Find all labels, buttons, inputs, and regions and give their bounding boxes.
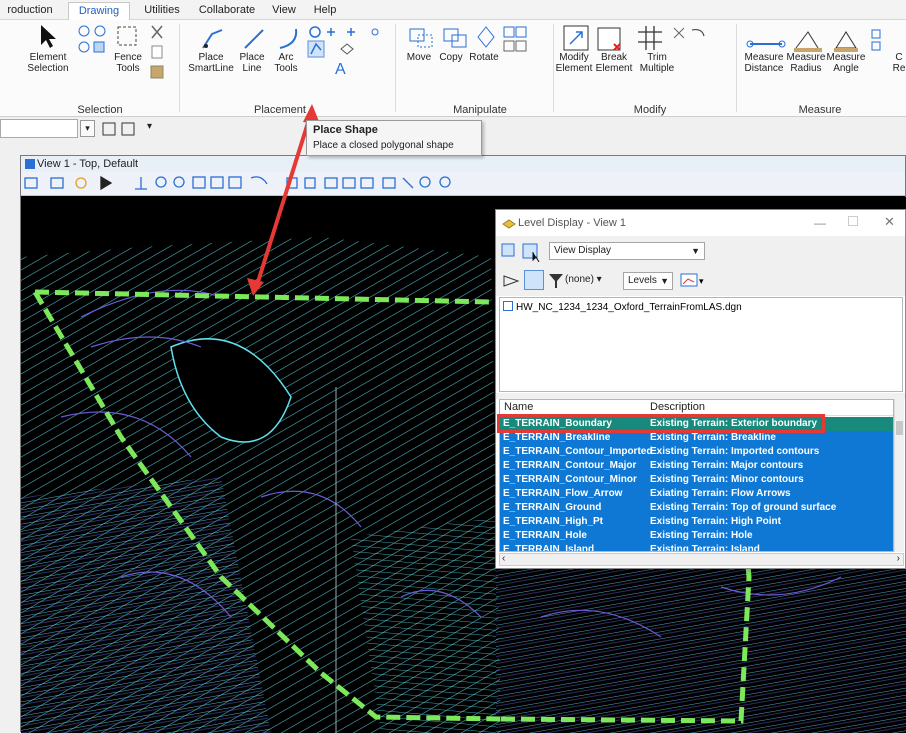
active-combo[interactable] <box>0 119 78 138</box>
table-row[interactable]: E_TERRAIN_Island Existing Terrain: Island <box>500 543 893 551</box>
tab-collaborate[interactable]: Collaborate <box>194 2 260 20</box>
highlight-box <box>497 414 825 433</box>
svg-text:▾: ▾ <box>699 276 704 286</box>
level-display-icon <box>502 219 516 229</box>
dialog-toolbar-1: View Display ▼ <box>496 236 905 266</box>
chart-settings-icon[interactable]: ▾ <box>680 272 706 290</box>
table-row[interactable]: E_TERRAIN_Breakline Existing Terrain: Bre… <box>500 431 893 445</box>
display-mode-dropdown[interactable]: View Display ▼ <box>549 242 705 260</box>
place-smartline-button[interactable]: Place SmartLine <box>186 52 236 74</box>
clipboard-tools-icon[interactable] <box>148 24 166 84</box>
level-display-dialog: Level Display - View 1 — ✕ View Display ▼… <box>495 209 906 569</box>
horizontal-scrollbar[interactable]: ‹ › <box>499 553 904 566</box>
group-title-manipulate: Manipulate <box>453 104 507 116</box>
table-row[interactable]: E_TERRAIN_Contour_Imported Existing Terra… <box>500 445 893 459</box>
smartline-icon <box>202 29 223 49</box>
minimize-icon[interactable]: — <box>814 216 826 230</box>
measure-radius-button[interactable]: Measure Radius <box>786 52 826 74</box>
group-divider <box>179 24 180 112</box>
group-divider <box>736 24 737 112</box>
shape-tools-icon[interactable]: A <box>307 24 391 94</box>
table-row[interactable]: E_TERRAIN_Ground Existing Terrain: Top of… <box>500 501 893 515</box>
element-selection-button[interactable]: Element Selection <box>26 52 70 74</box>
group-title-modify: Modify <box>633 104 667 116</box>
measure-angle-button[interactable]: Measure Angle <box>826 52 866 74</box>
copy-button[interactable]: Copy <box>436 52 466 63</box>
vertical-scrollbar[interactable] <box>894 399 904 552</box>
group-title-placement: Placement <box>254 104 306 116</box>
ribbon: Element Selection Fence Tools Selection … <box>0 20 906 117</box>
group-divider <box>395 24 396 112</box>
view-toolbar <box>21 172 905 196</box>
tab-help[interactable]: Help <box>308 2 342 20</box>
ribbon-tab-bar: roduction Drawing Utilities Collaborate … <box>0 0 906 20</box>
selection-modes-icon[interactable] <box>76 24 110 58</box>
level-tools-icon[interactable] <box>102 121 142 137</box>
group-title-selection: Selection <box>77 104 123 116</box>
break-element-button[interactable]: Break Element <box>594 52 634 74</box>
fence-icon <box>117 26 137 46</box>
tab-utilities[interactable]: Utilities <box>138 2 186 20</box>
tooltip-description: Place a closed polygonal shape <box>313 140 454 151</box>
table-row[interactable]: E_TERRAIN_Contour_Minor Existing Terrain:… <box>500 473 893 487</box>
tab-production[interactable]: roduction <box>2 2 58 20</box>
place-line-button[interactable]: Place Line <box>236 52 268 74</box>
arc-tools-button[interactable]: Arc Tools <box>268 52 304 74</box>
close-icon[interactable]: ✕ <box>884 214 895 230</box>
fence-tools-button[interactable]: Fence Tools <box>110 52 146 74</box>
filter-selector[interactable]: (none) ▾ <box>565 274 602 285</box>
column-header-name[interactable]: Name <box>504 401 533 413</box>
modify-element-button[interactable]: Modify Element <box>554 52 594 74</box>
arrow-cursor-icon <box>41 25 56 48</box>
arc-icon <box>279 28 298 49</box>
file-list: HW_NC_1234_1234_Oxford_TerrainFromLAS.dg… <box>499 297 903 392</box>
trim-multiple-button[interactable]: Trim Multiple <box>634 52 680 74</box>
chevron-down-icon[interactable]: ▾ <box>147 121 152 132</box>
place-shape-tooltip: Place Shape Place a closed polygonal sha… <box>306 120 482 156</box>
line-icon <box>244 29 264 49</box>
tab-drawing[interactable]: Drawing <box>68 2 130 20</box>
levels-dropdown[interactable]: Levels ▼ <box>623 272 673 290</box>
tooltip-title: Place Shape <box>313 124 378 136</box>
table-row[interactable]: E_TERRAIN_Flow_Arrow Exiating Terrain: Fl… <box>500 487 893 501</box>
rotate-button[interactable]: Rotate <box>467 52 501 63</box>
measure-more-label: C Re <box>892 52 906 74</box>
text-a-label: A <box>335 61 346 78</box>
chevron-down-icon[interactable]: ▾ <box>80 120 95 137</box>
tree-view-icon[interactable] <box>524 270 544 290</box>
view-control-icons[interactable] <box>21 172 481 196</box>
dialog-toolbar-2: (none) ▾ Levels ▼ ▾ <box>496 266 905 296</box>
file-item[interactable]: HW_NC_1234_1234_Oxford_TerrainFromLAS.dg… <box>503 301 742 313</box>
scroll-right-icon[interactable]: › <box>897 553 900 564</box>
measure-distance-button[interactable]: Measure Distance <box>742 52 786 74</box>
view-title: View 1 - Top, Default <box>21 156 905 172</box>
tab-view[interactable]: View <box>268 2 300 20</box>
scroll-left-icon[interactable]: ‹ <box>502 553 505 564</box>
view-icon <box>25 159 35 169</box>
table-row[interactable]: E_TERRAIN_Contour_Major Existing Terrain:… <box>500 459 893 473</box>
symbology-icon[interactable] <box>502 272 520 290</box>
filter-icon[interactable] <box>548 272 564 290</box>
move-button[interactable]: Move <box>404 52 434 63</box>
level-manager-icons[interactable] <box>501 242 545 262</box>
group-title-measure: Measure <box>798 104 842 116</box>
table-row[interactable]: E_TERRAIN_Hole Existing Terrain: Hole <box>500 529 893 543</box>
dialog-title: Level Display - View 1 <box>496 210 905 236</box>
table-row[interactable]: E_TERRAIN_High_Pt Existing Terrain: High … <box>500 515 893 529</box>
column-header-description[interactable]: Description <box>650 401 705 413</box>
maximize-icon[interactable] <box>848 216 858 226</box>
